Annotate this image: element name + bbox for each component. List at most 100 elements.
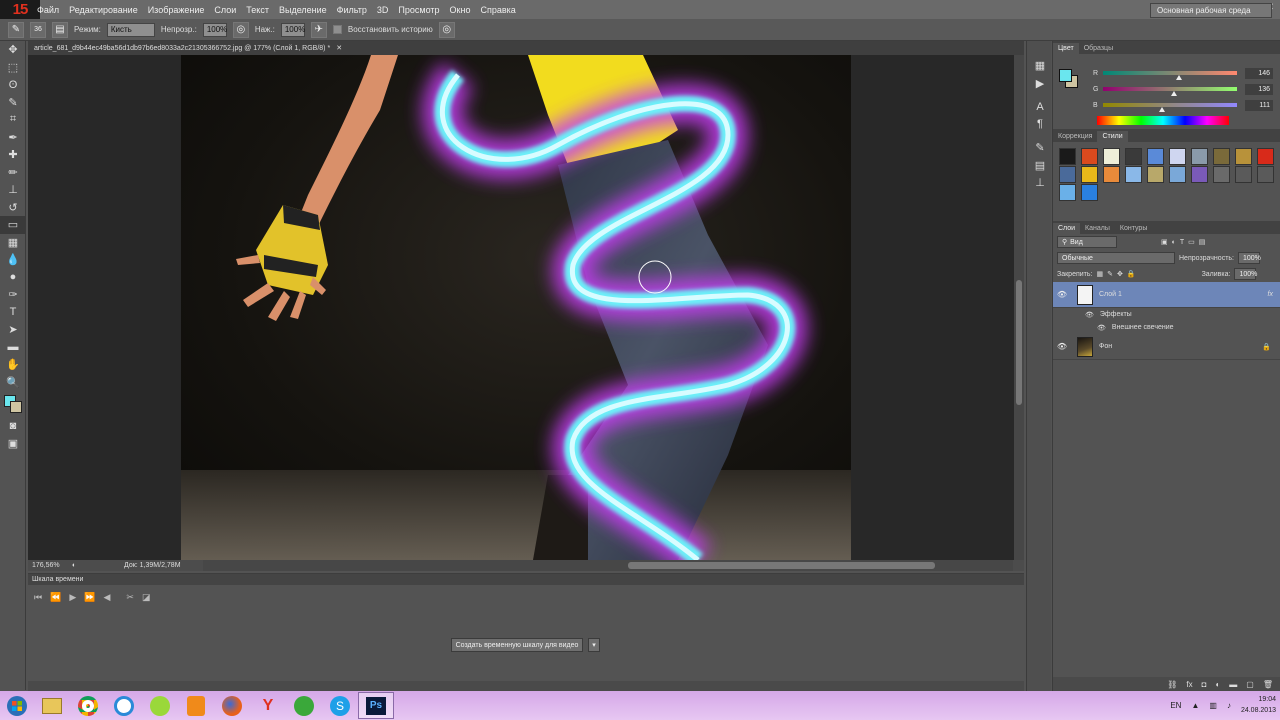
- slider-marker[interactable]: [1176, 75, 1183, 80]
- tab-channels[interactable]: Каналы: [1080, 223, 1115, 234]
- effects-row[interactable]: 👁 Эффекты: [1053, 308, 1280, 321]
- tab-swatches[interactable]: Образцы: [1079, 43, 1118, 54]
- screen-mode-icon[interactable]: ▣: [0, 435, 26, 453]
- chrome-icon[interactable]: [70, 692, 106, 719]
- style-swatch[interactable]: [1059, 184, 1076, 201]
- quick-select-tool-icon[interactable]: ✎: [0, 94, 26, 112]
- filter-adjust-icon[interactable]: ◐: [1172, 239, 1176, 246]
- slider-b-track[interactable]: [1102, 103, 1238, 112]
- slider-r[interactable]: R 146: [1093, 67, 1273, 80]
- utorrent-icon[interactable]: [286, 692, 322, 719]
- menu-file[interactable]: Файл: [32, 5, 64, 15]
- menu-select[interactable]: Выделение: [274, 5, 332, 15]
- close-tab-icon[interactable]: ✕: [336, 44, 342, 52]
- new-layer-icon[interactable]: ▢: [1246, 680, 1254, 689]
- style-swatch[interactable]: [1235, 148, 1252, 165]
- lasso-tool-icon[interactable]: ʘ: [0, 76, 26, 94]
- opacity-field[interactable]: 100%: [202, 22, 227, 37]
- character-panel-icon[interactable]: A: [1027, 98, 1053, 116]
- crop-tool-icon[interactable]: ⌗: [0, 111, 26, 129]
- menu-filter[interactable]: Фильтр: [332, 5, 372, 15]
- document-tab[interactable]: article_681_d9b44ec49ba56d1db97b6ed8033a…: [28, 41, 1024, 55]
- color-spectrum[interactable]: [1097, 116, 1229, 125]
- tab-layers[interactable]: Слои: [1053, 223, 1081, 234]
- type-tool-icon[interactable]: T: [0, 304, 26, 322]
- start-button[interactable]: [0, 691, 34, 720]
- color-swatches[interactable]: [0, 391, 26, 417]
- split-icon[interactable]: ✂: [126, 592, 134, 603]
- menu-3d[interactable]: 3D: [372, 5, 394, 15]
- menu-window[interactable]: Окно: [445, 5, 476, 15]
- create-timeline-button[interactable]: Создать временную шкалу для видео: [451, 638, 583, 652]
- style-swatch[interactable]: [1235, 166, 1252, 183]
- history-brush-tool-icon[interactable]: ↺: [0, 199, 26, 217]
- horizontal-scrollbar[interactable]: [203, 560, 1013, 571]
- photoshop-icon[interactable]: Ps: [358, 692, 394, 719]
- style-swatch[interactable]: [1257, 148, 1274, 165]
- airbrush-icon[interactable]: ✈: [310, 21, 327, 38]
- move-tool-icon[interactable]: ✥: [0, 41, 26, 59]
- lock-pixels-icon[interactable]: ▦: [1096, 270, 1103, 278]
- tab-styles[interactable]: Стили: [1097, 131, 1128, 142]
- brush-panel-icon[interactable]: ▤: [52, 21, 68, 38]
- flow-field[interactable]: 100%: [280, 22, 305, 37]
- volume-icon[interactable]: ♪: [1227, 701, 1231, 710]
- add-style-icon[interactable]: fx: [1186, 680, 1192, 689]
- style-swatch[interactable]: [1257, 166, 1274, 183]
- slider-marker[interactable]: [1158, 107, 1165, 112]
- tab-paths[interactable]: Контуры: [1115, 223, 1152, 234]
- menu-text[interactable]: Текст: [241, 5, 274, 15]
- history-panel-icon[interactable]: ▦: [1027, 57, 1053, 75]
- style-swatch[interactable]: [1213, 166, 1230, 183]
- history-checkbox[interactable]: [332, 25, 342, 34]
- audio-icon[interactable]: ◀: [103, 592, 110, 603]
- stamp-tool-icon[interactable]: ⊥: [0, 181, 26, 199]
- healing-tool-icon[interactable]: ✚: [0, 146, 26, 164]
- hand-tool-icon[interactable]: ✋: [0, 356, 26, 374]
- horizontal-scroll-thumb[interactable]: [628, 562, 935, 569]
- odnoklassniki-icon[interactable]: [142, 692, 178, 719]
- color-panel-foreground[interactable]: [1059, 69, 1072, 82]
- layer-fill-field[interactable]: 100%: [1234, 268, 1257, 280]
- blend-mode-select[interactable]: Обычные: [1057, 252, 1175, 264]
- fx-icon[interactable]: fx: [1268, 291, 1273, 298]
- eyedropper-tool-icon[interactable]: ✒: [0, 129, 26, 147]
- marquee-tool-icon[interactable]: ⬚: [0, 59, 26, 77]
- next-frame-icon[interactable]: ⏩: [84, 592, 95, 603]
- visibility-eye-icon[interactable]: 👁: [1053, 342, 1071, 351]
- slider-g-track[interactable]: [1102, 87, 1238, 96]
- style-swatch[interactable]: [1191, 148, 1208, 165]
- filter-shape-icon[interactable]: ▭: [1188, 238, 1195, 246]
- dodge-tool-icon[interactable]: ●: [0, 269, 26, 287]
- odnoklassniki-app-icon[interactable]: [178, 692, 214, 719]
- mode-select[interactable]: Кисть: [106, 22, 155, 37]
- delete-layer-icon[interactable]: 🗑: [1263, 680, 1273, 689]
- effects-eye-icon[interactable]: 👁: [1085, 311, 1094, 319]
- add-mask-icon[interactable]: ◘: [1202, 680, 1207, 689]
- layer-filter-select[interactable]: ⚲ Вид: [1057, 236, 1117, 248]
- brush-panel-side-icon[interactable]: ✎: [1027, 139, 1053, 157]
- style-swatch[interactable]: [1213, 148, 1230, 165]
- clock[interactable]: 19:04 24.08.2013: [1241, 694, 1276, 716]
- language-indicator[interactable]: EN: [1170, 701, 1181, 710]
- yandex-icon[interactable]: Y: [250, 692, 286, 719]
- outer-glow-row[interactable]: 👁 Внешнее свечение: [1053, 321, 1280, 334]
- menu-image[interactable]: Изображение: [143, 5, 210, 15]
- background-color[interactable]: [10, 401, 22, 413]
- style-swatch[interactable]: [1147, 148, 1164, 165]
- menu-help[interactable]: Справка: [475, 5, 520, 15]
- status-info-icon[interactable]: ◐: [72, 562, 86, 569]
- style-swatch[interactable]: [1081, 166, 1098, 183]
- quick-mask-icon[interactable]: ◙: [0, 417, 26, 435]
- style-swatch[interactable]: [1147, 166, 1164, 183]
- menu-view[interactable]: Просмотр: [393, 5, 444, 15]
- new-group-icon[interactable]: ▬: [1229, 680, 1237, 689]
- vertical-scrollbar[interactable]: [1014, 55, 1024, 560]
- network-icon[interactable]: ▥: [1209, 701, 1217, 710]
- brush-preset-icon[interactable]: ✎: [8, 21, 24, 38]
- visibility-eye-icon[interactable]: 👁: [1053, 290, 1071, 299]
- layer-row-background[interactable]: 👁 Фон 🔒: [1053, 334, 1280, 360]
- style-swatch[interactable]: [1169, 148, 1186, 165]
- style-swatch[interactable]: [1081, 148, 1098, 165]
- lock-move-icon[interactable]: ✥: [1117, 270, 1123, 278]
